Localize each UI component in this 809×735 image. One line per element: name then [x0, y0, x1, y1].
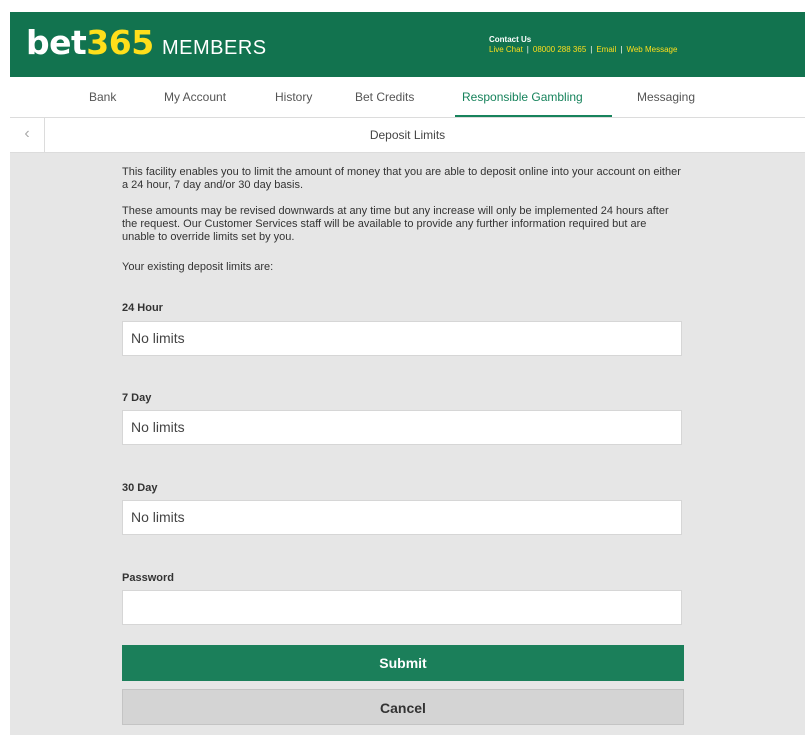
submit-button[interactable]: Submit	[122, 645, 684, 681]
back-chevron-icon[interactable]: ‹	[10, 118, 45, 152]
password-field[interactable]	[122, 590, 682, 625]
cancel-button[interactable]: Cancel	[122, 689, 684, 725]
phone-number[interactable]: 08000 288 365	[533, 45, 586, 54]
separator: |	[620, 45, 623, 54]
web-message-link[interactable]: Web Message	[626, 45, 677, 54]
tab-my-account[interactable]: My Account	[164, 89, 226, 105]
limit-7-day-field[interactable]: No limits	[122, 410, 682, 445]
email-link[interactable]: Email	[596, 45, 616, 54]
bet365-logo[interactable]: bet365	[26, 25, 154, 61]
logo-bet-text: bet	[26, 23, 87, 62]
separator: |	[526, 45, 529, 54]
revision-paragraph: These amounts may be revised downwards a…	[122, 205, 669, 243]
contact-us: Contact Us Live Chat | 08000 288 365 | Email…	[489, 35, 677, 55]
existing-limits-text: Your existing deposit limits are:	[122, 261, 274, 273]
limit-24-hour-label: 24 Hour	[122, 302, 163, 314]
live-chat-link[interactable]: Live Chat	[489, 45, 523, 54]
logo-365-text: 365	[86, 23, 154, 62]
page-frame: bet365 MEMBERS Contact Us Live Chat | 0800…	[10, 12, 805, 735]
active-tab-indicator	[455, 115, 612, 117]
contact-links: Live Chat | 08000 288 365 | Email | Web Messag…	[489, 45, 677, 55]
limit-30-day-label: 30 Day	[122, 482, 158, 494]
contact-title: Contact Us	[489, 35, 532, 44]
page-subheader: Deposit Limits ‹	[10, 118, 805, 153]
tab-messaging[interactable]: Messaging	[637, 89, 695, 105]
tab-bank[interactable]: Bank	[89, 89, 116, 105]
limit-30-day-field[interactable]: No limits	[122, 500, 682, 535]
limit-24-hour-field[interactable]: No limits	[122, 321, 682, 356]
tab-bet-credits[interactable]: Bet Credits	[355, 89, 414, 105]
intro-paragraph: This facility enables you to limit the a…	[122, 166, 681, 191]
members-title: MEMBERS	[162, 37, 267, 59]
members-nav: Bank My Account History Bet Credits Resp…	[10, 77, 805, 118]
tab-history[interactable]: History	[275, 89, 312, 105]
site-header: bet365 MEMBERS Contact Us Live Chat | 0800…	[10, 12, 805, 77]
tab-responsible-gambling[interactable]: Responsible Gambling	[462, 89, 583, 105]
password-label: Password	[122, 572, 174, 584]
limit-7-day-label: 7 Day	[122, 392, 152, 404]
separator: |	[590, 45, 593, 54]
page-title: Deposit Limits	[369, 128, 446, 142]
